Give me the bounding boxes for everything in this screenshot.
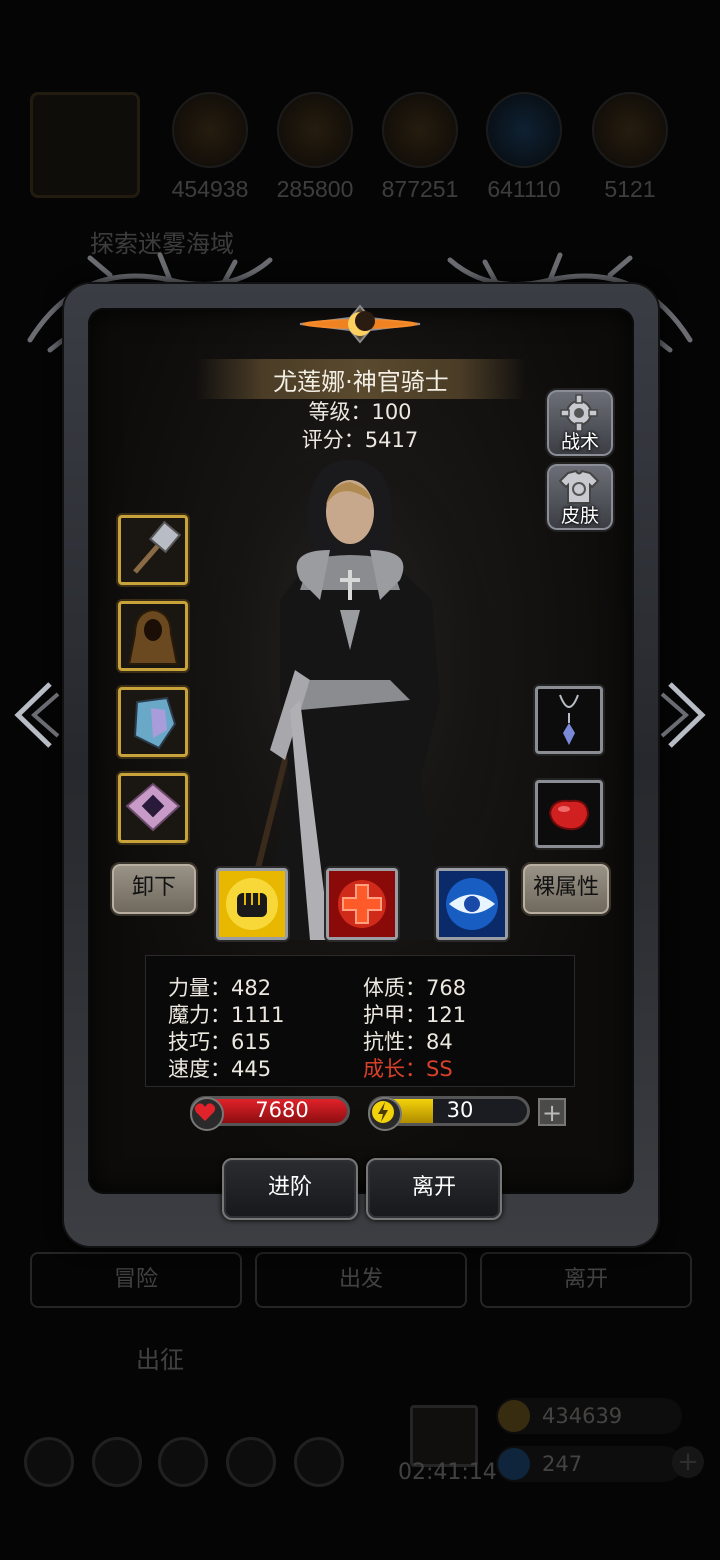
add-energy-button[interactable]: +: [538, 1098, 566, 1126]
stat-skill: 技巧：615: [168, 1030, 272, 1054]
bg-hero-portrait: [30, 92, 140, 198]
bg-timer: 02:41:14: [398, 1460, 497, 1485]
leave-button[interactable]: 离开: [366, 1158, 502, 1220]
bg-gems: 247: [496, 1446, 682, 1482]
necklace-icon: [559, 694, 579, 745]
fist-icon: [219, 871, 285, 937]
heart-icon: [190, 1097, 224, 1131]
skin-label: 皮肤: [560, 505, 599, 527]
bg-sortie-label: 出征: [136, 1346, 184, 1374]
bg-menu-icon: [24, 1437, 74, 1487]
moon-crest-icon: [299, 304, 421, 344]
base-attributes-button[interactable]: 裸属性: [521, 862, 611, 916]
equip-gem-slot[interactable]: [535, 780, 603, 848]
bg-resource-value: 285800: [276, 176, 354, 202]
eye-icon: [439, 871, 505, 937]
unequip-button[interactable]: 卸下: [110, 862, 198, 916]
equip-armor-slot[interactable]: [118, 601, 188, 671]
bg-resource-value: 454938: [171, 176, 249, 202]
bg-resource-5: 5121: [590, 92, 670, 203]
stats-panel: 力量：482 体质：768 魔力：1111 护甲：121 技巧：615 抗性：8…: [145, 955, 575, 1087]
stat-resistance: 抗性：84: [363, 1030, 453, 1054]
hooded-cloak-icon: [127, 608, 179, 665]
bg-resource-3: 877251: [380, 92, 460, 203]
stat-strength: 力量：482: [168, 976, 272, 1000]
bg-resource-value: 877251: [381, 176, 459, 202]
energy-value: 30: [446, 1098, 474, 1122]
previous-hero-arrow-icon[interactable]: [10, 680, 62, 750]
bg-menu-icon: [226, 1437, 276, 1487]
equip-necklace-slot[interactable]: [535, 686, 603, 754]
next-hero-arrow-icon[interactable]: [658, 680, 710, 750]
lightning-icon: [368, 1097, 402, 1131]
equip-offhand-slot[interactable]: [118, 687, 188, 757]
skin-button[interactable]: 皮肤: [545, 462, 615, 532]
advance-button[interactable]: 进阶: [222, 1158, 358, 1220]
bg-resource-value: 641110: [487, 176, 561, 202]
skill-slot-1[interactable]: [216, 868, 288, 940]
crystal-shield-icon: [133, 696, 177, 750]
bg-plus-icon: +: [672, 1446, 704, 1478]
skill-slot-3[interactable]: [436, 868, 508, 940]
stat-growth: 成长：SS: [363, 1057, 453, 1081]
bg-resource-value: 5121: [604, 176, 656, 202]
bg-gold: 434639: [496, 1398, 682, 1434]
equip-weapon-slot[interactable]: [118, 515, 188, 585]
stat-magic: 魔力：1111: [168, 1003, 285, 1027]
red-gem-icon: [548, 799, 590, 831]
bg-gold-value: 434639: [542, 1404, 623, 1428]
hero-name: 尤莲娜·神官骑士: [273, 368, 449, 396]
bg-chest-icon: [410, 1405, 478, 1467]
stat-constitution: 体质：768: [363, 976, 467, 1000]
hp-value: 7680: [255, 1098, 309, 1122]
bg-gems-value: 247: [542, 1452, 583, 1476]
stat-speed: 速度：445: [168, 1057, 272, 1081]
skill-slot-2[interactable]: [326, 868, 398, 940]
tactics-label: 战术: [560, 431, 599, 453]
rune-scroll-icon: [125, 782, 181, 832]
stat-armor: 护甲：121: [363, 1003, 467, 1027]
cross-icon: [329, 871, 395, 937]
hero-level: 等级：100: [308, 400, 412, 424]
tactics-button[interactable]: 战术: [545, 388, 615, 458]
bg-resource-2: 285800: [275, 92, 355, 203]
bg-resource-4: 641110: [484, 92, 564, 203]
bg-menu-icon: [92, 1437, 142, 1487]
hammer-icon: [133, 520, 182, 574]
bg-menu-icon: [294, 1437, 344, 1487]
bg-menu-icon: [158, 1437, 208, 1487]
equip-accessory-slot[interactable]: [118, 773, 188, 843]
bg-resource-1: 454938: [170, 92, 250, 203]
